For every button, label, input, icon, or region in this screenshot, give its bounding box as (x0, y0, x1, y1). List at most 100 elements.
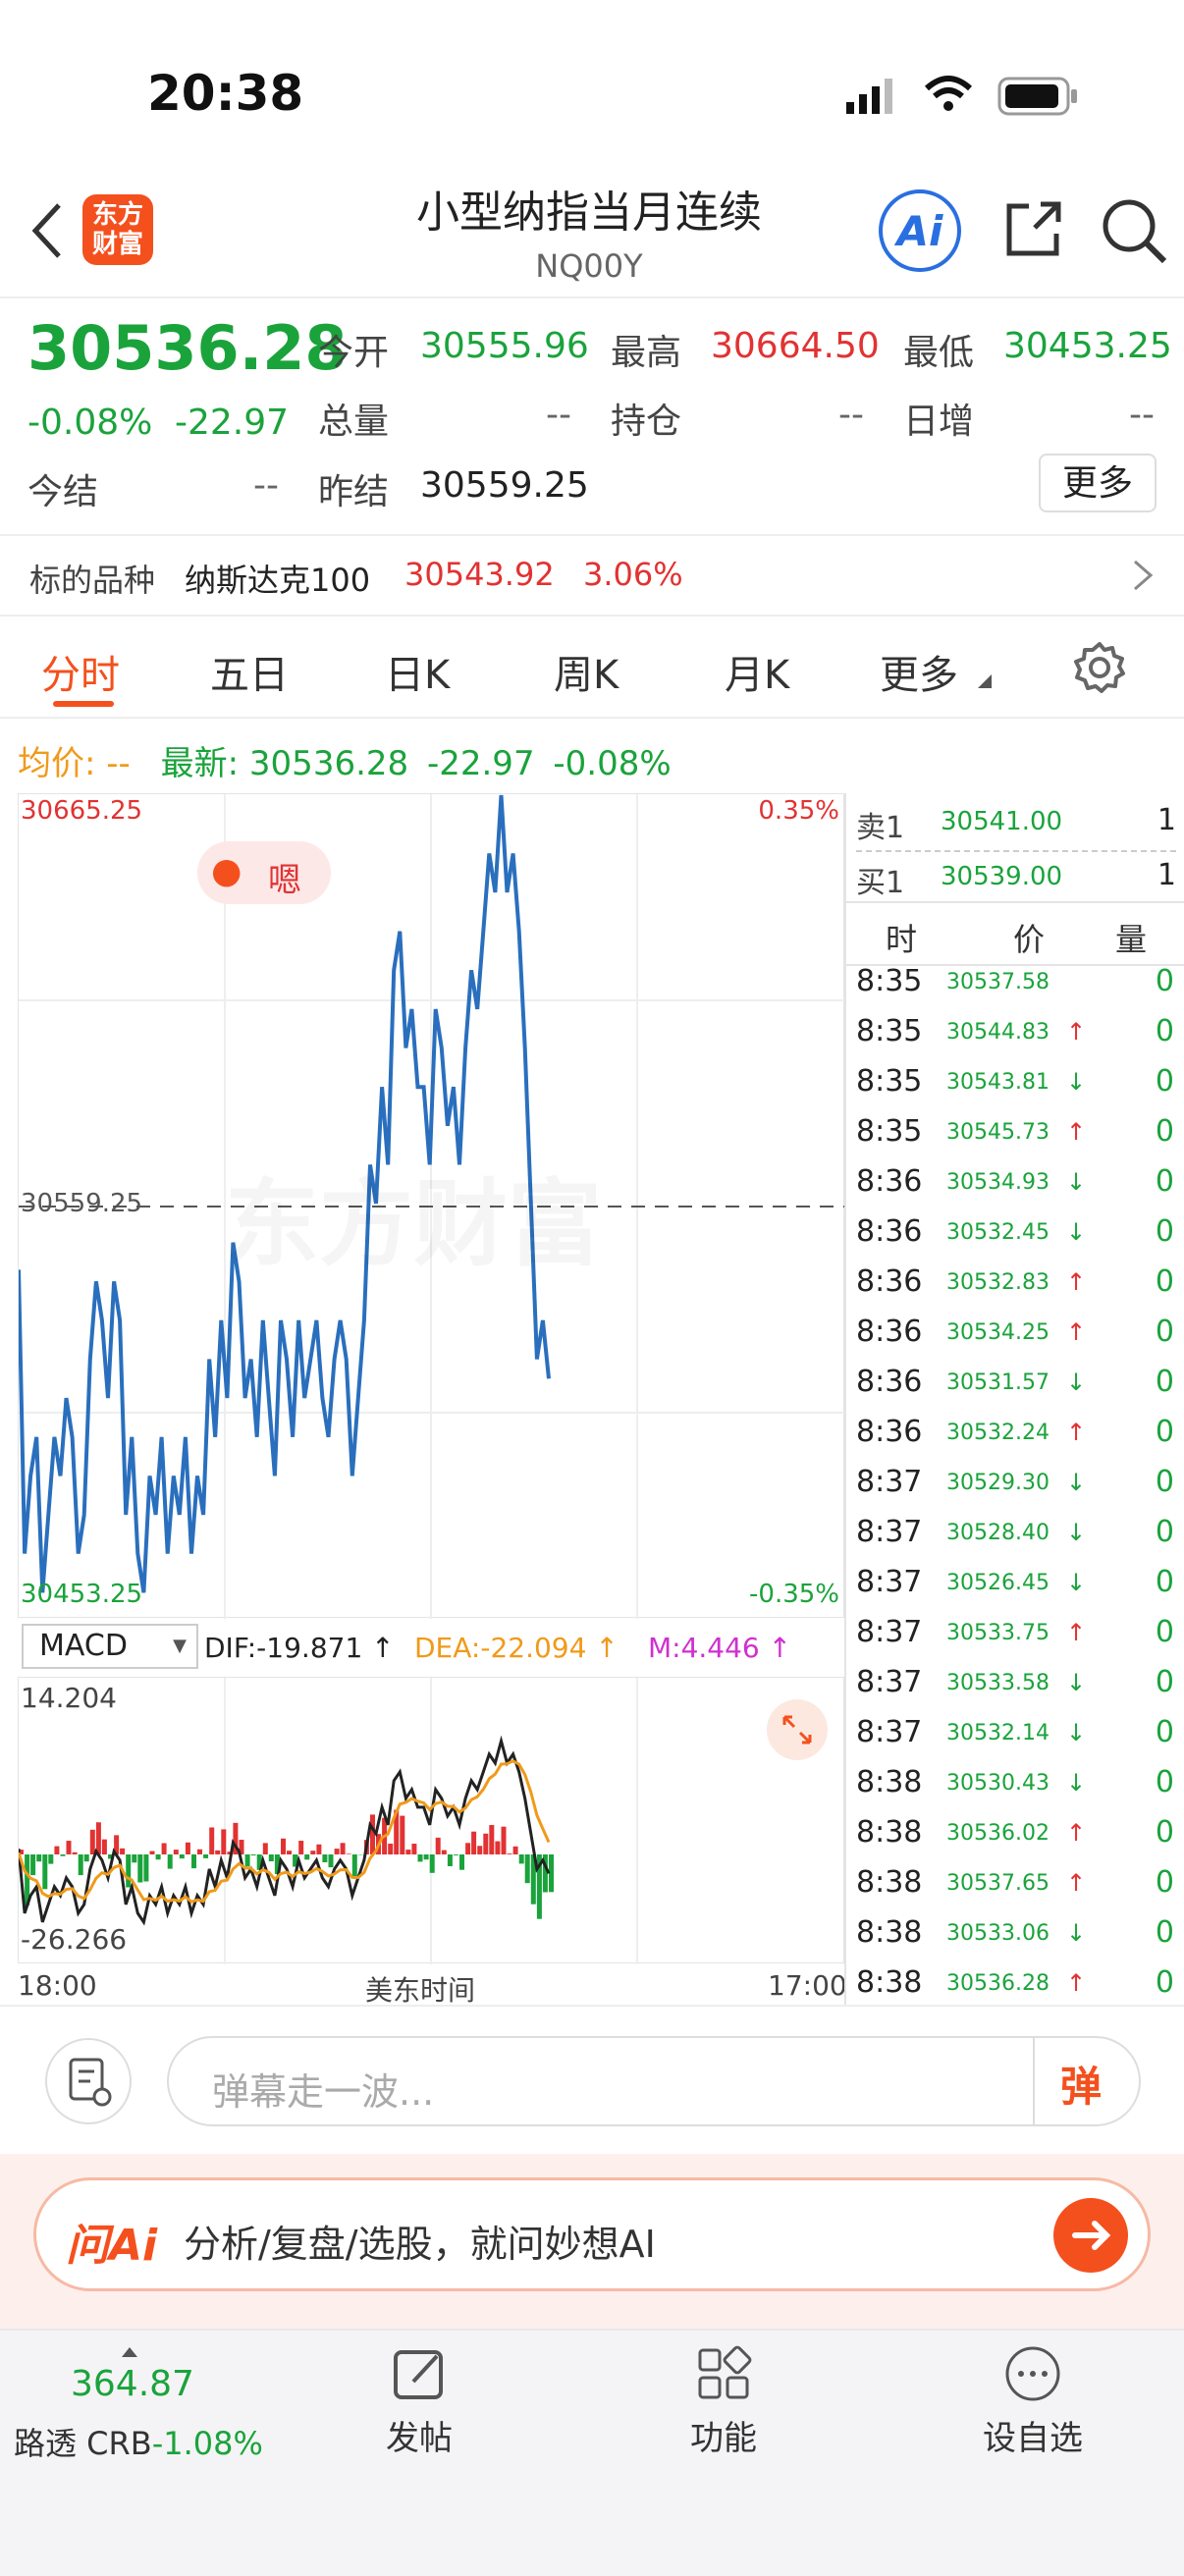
macd-bar (448, 1854, 453, 1866)
macd-bar (281, 1839, 286, 1854)
trade-price: 30534.93 (946, 1170, 1049, 1195)
nav-add-watchlist[interactable]: 设自选 (964, 2344, 1102, 2459)
macd-bar (102, 1840, 107, 1854)
arrow-down-icon: ↓ (1066, 1519, 1086, 1546)
arrow-up-icon: ↑ (1066, 1318, 1086, 1346)
trade-volume: 0 (1156, 964, 1174, 998)
macd-y-min: -26.266 (21, 1923, 127, 1956)
trade-volume: 0 (1156, 1014, 1174, 1048)
back-icon[interactable] (27, 201, 67, 260)
ai-button[interactable]: Ai (879, 189, 961, 272)
tab-five-day[interactable]: 五日 (210, 643, 289, 700)
tab-weekly-k[interactable]: 周K (554, 643, 619, 700)
macd-bar (405, 1850, 410, 1854)
nav-functions[interactable]: 功能 (660, 2344, 787, 2459)
macd-chart[interactable]: 14.204 -26.266 (18, 1677, 844, 1963)
ticker-value[interactable]: 364.87 (71, 2364, 194, 2404)
trade-volume: 0 (1156, 1164, 1174, 1199)
trade-price: 30536.02 (946, 1821, 1049, 1846)
macd-bar (388, 1844, 393, 1854)
macd-bar (48, 1854, 53, 1864)
nav-post-label: 发帖 (355, 2411, 483, 2459)
macd-dif: DIF:-19.871 ↑ (204, 1632, 395, 1664)
daily-inc-value: -- (1129, 395, 1155, 435)
tab-more[interactable]: 更多 (880, 643, 958, 700)
trade-volume: 0 (1156, 1965, 1174, 2000)
search-icon[interactable] (1100, 196, 1168, 269)
arrow-down-icon: ↓ (1066, 1218, 1086, 1246)
macd-bar (186, 1843, 190, 1854)
trade-price: 30534.25 (946, 1320, 1049, 1345)
change-pct: -0.08% (27, 402, 152, 443)
tab-daily-k[interactable]: 日K (385, 643, 450, 700)
ticker-pct: -1.08% (152, 2425, 263, 2462)
high-value: 30664.50 (711, 326, 880, 366)
macd-bar (174, 1850, 179, 1854)
trade-row: 8:3730533.75↑0 (846, 1615, 1184, 1665)
share-icon[interactable] (1001, 196, 1066, 265)
macd-bar (67, 1841, 72, 1854)
macd-bar (84, 1854, 89, 1861)
trade-row: 8:3830537.65↑0 (846, 1865, 1184, 1915)
trade-price: 30532.83 (946, 1270, 1049, 1295)
trade-volume: 0 (1156, 1415, 1174, 1449)
expand-icon[interactable] (767, 1699, 828, 1760)
arrow-down-icon: ↓ (1066, 1168, 1086, 1196)
settings-gear-icon[interactable] (1072, 640, 1127, 699)
x-start-label: 18:00 (18, 1969, 97, 2002)
ticker-name-row[interactable]: 路透 CRB-1.08% (14, 2419, 263, 2464)
x-end-label: 17:00 (768, 1969, 847, 2002)
arrow-down-icon: ↓ (1066, 1569, 1086, 1596)
mascot-bubble[interactable]: ● 嗯 (197, 841, 331, 904)
arrow-right-icon[interactable] (1053, 2198, 1128, 2273)
trade-volume: 0 (1156, 1865, 1174, 1900)
macd-bar (180, 1854, 185, 1858)
macd-bar (436, 1838, 441, 1854)
nav-post[interactable]: 发帖 (355, 2344, 483, 2459)
pct-bottom-label: -0.35% (749, 1580, 839, 1609)
prev-settle-value: 30559.25 (420, 465, 589, 506)
wifi-icon (923, 75, 974, 118)
macd-bar (42, 1854, 47, 1889)
macd-selector[interactable]: MACD ▼ (22, 1624, 198, 1669)
macd-dea: DEA:-22.094 ↑ (414, 1632, 619, 1664)
arrow-up-icon: ↑ (1066, 1018, 1086, 1046)
intraday-chart[interactable]: 30665.25 30559.25 30453.25 0.35% -0.35% … (18, 793, 844, 1618)
more-button[interactable]: 更多 (1039, 454, 1157, 512)
trade-row: 8:3730532.14↓0 (846, 1715, 1184, 1765)
underlying-row[interactable]: 标的品种 纳斯达克100 30543.92 3.06% (0, 536, 1184, 615)
macd-bar (30, 1854, 35, 1875)
macd-bar (96, 1822, 101, 1854)
macd-bar (459, 1854, 464, 1870)
arrow-down-icon: ↓ (1066, 1769, 1086, 1797)
macd-bar (341, 1843, 346, 1854)
status-time: 20:38 (147, 65, 303, 122)
tab-monthly-k[interactable]: 月K (725, 643, 789, 700)
trade-price: 30532.24 (946, 1421, 1049, 1445)
trade-price: 30531.57 (946, 1370, 1049, 1395)
header-time: 时 (886, 915, 917, 960)
comment-list-button[interactable] (45, 2038, 132, 2124)
trade-row: 8:3730533.58↓0 (846, 1665, 1184, 1715)
grid-icon (694, 2344, 753, 2403)
trade-row: 8:3530544.83↑0 (846, 1014, 1184, 1064)
ai-prompt-text: 分析/复盘/选股，就问妙想AI (184, 2214, 656, 2268)
ai-ask-bar[interactable]: 问Ai 分析/复盘/选股，就问妙想AI (33, 2177, 1151, 2291)
macd-bar (370, 1814, 375, 1854)
trade-row: 8:3630532.83↑0 (846, 1264, 1184, 1315)
tab-intraday[interactable]: 分时 (41, 643, 120, 700)
trade-row: 8:3630531.57↓0 (846, 1365, 1184, 1415)
pct-top-label: 0.35% (758, 796, 839, 826)
sell-volume: 1 (1157, 803, 1176, 837)
buy-row: 买1 30539.00 1 (856, 858, 1176, 905)
macd-bar (519, 1854, 524, 1863)
low-value: 30453.25 (1003, 326, 1172, 366)
trade-price: 30532.14 (946, 1721, 1049, 1745)
ticker-up-icon (122, 2342, 137, 2361)
macd-bar (304, 1854, 309, 1859)
header-volume: 量 (1115, 915, 1147, 960)
danmaku-toggle[interactable]: 弹 (1060, 2054, 1102, 2114)
trade-time: 8:38 (856, 1815, 922, 1850)
book-divider (856, 850, 1176, 852)
comment-input[interactable]: 弹幕走一波... 弹 (167, 2036, 1141, 2126)
